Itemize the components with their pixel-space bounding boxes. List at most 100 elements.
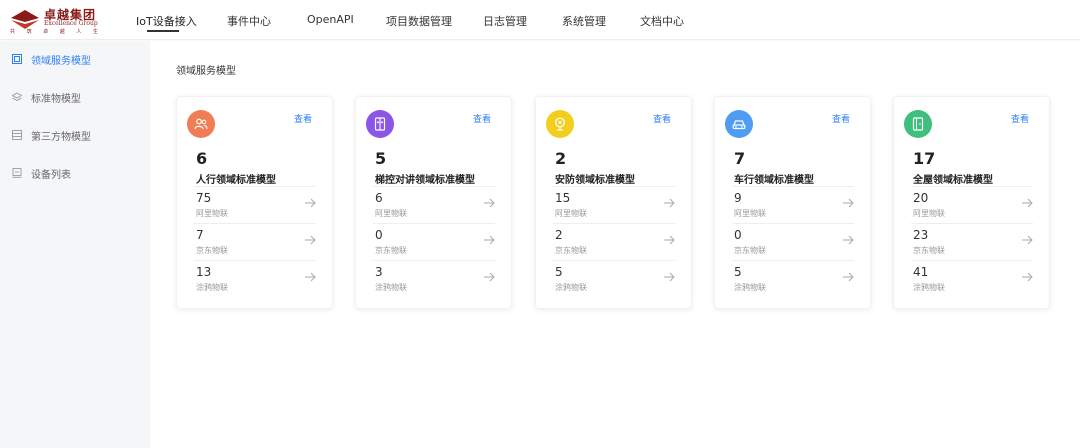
platform-name: 涂鸦物联	[375, 283, 407, 292]
arrow-right-icon	[843, 235, 854, 245]
model-name: 人行领域标准模型	[196, 175, 276, 186]
platform-name: 阿里物联	[913, 209, 945, 218]
platform-row[interactable]: 5 涂鸦物联	[553, 260, 675, 297]
sidebar: 领域服务模型 标准物模型 第三方物模型 设备列表	[0, 41, 150, 448]
nav-log-management[interactable]: 日志管理	[483, 13, 527, 29]
arrow-right-icon	[843, 198, 854, 208]
model-count: 17	[913, 149, 936, 168]
platform-name: 京东物联	[913, 246, 945, 255]
arrow-right-icon	[664, 235, 675, 245]
platform-count: 6	[375, 191, 383, 205]
platform-row[interactable]: 0 京东物联	[732, 223, 854, 260]
platform-row[interactable]: 7 京东物联	[194, 223, 316, 260]
platform-row[interactable]: 2 京东物联	[553, 223, 675, 260]
arrow-right-icon	[1022, 272, 1033, 282]
sidebar-item-domain-model[interactable]: 领域服务模型	[0, 41, 150, 77]
arrow-right-icon	[484, 235, 495, 245]
list-icon	[12, 130, 22, 140]
platform-count: 15	[555, 191, 571, 205]
model-name: 全屋领域标准模型	[913, 175, 993, 186]
arrow-right-icon	[664, 272, 675, 282]
domain-model-card: 查看 5 梯控对讲领域标准模型 6 阿里物联 0 京东物联 3 涂鸦物联	[355, 96, 512, 309]
brand-mark-icon	[11, 10, 39, 29]
view-link[interactable]: 查看	[473, 112, 491, 125]
nav-doc-center[interactable]: 文档中心	[640, 13, 684, 29]
platform-count: 13	[196, 265, 212, 279]
nav-active-indicator	[147, 30, 179, 32]
view-link[interactable]: 查看	[294, 112, 312, 125]
brand-logo[interactable]: 卓越集团 Excellence Group 共 筑 卓 越 人 生	[10, 5, 110, 35]
platform-row[interactable]: 6 阿里物联	[373, 186, 495, 223]
platform-row[interactable]: 75 阿里物联	[194, 186, 316, 223]
platform-name: 阿里物联	[734, 209, 766, 218]
model-name: 安防领域标准模型	[555, 175, 635, 186]
platform-row[interactable]: 20 阿里物联	[911, 186, 1033, 223]
arrow-right-icon	[664, 198, 675, 208]
top-navbar: 卓越集团 Excellence Group 共 筑 卓 越 人 生 IoT设备接…	[0, 0, 1080, 40]
camera-icon	[546, 110, 574, 138]
platform-name: 涂鸦物联	[913, 283, 945, 292]
platform-row[interactable]: 3 涂鸦物联	[373, 260, 495, 297]
platform-name: 阿里物联	[375, 209, 407, 218]
model-count: 6	[196, 149, 208, 168]
arrow-right-icon	[484, 198, 495, 208]
model-name: 梯控对讲领域标准模型	[375, 175, 475, 186]
nav-system-management[interactable]: 系统管理	[562, 13, 606, 29]
platform-count: 20	[913, 191, 929, 205]
brand-slogan: 共 筑 卓 越 人 生	[10, 29, 103, 35]
model-count: 7	[734, 149, 746, 168]
view-link[interactable]: 查看	[653, 112, 671, 125]
platform-name: 阿里物联	[555, 209, 587, 218]
sidebar-item-label: 设备列表	[31, 170, 71, 181]
nav-event-center[interactable]: 事件中心	[227, 13, 271, 29]
platform-count: 23	[913, 228, 929, 242]
nav-iot-access[interactable]: IoT设备接入	[136, 13, 197, 29]
nav-project-data[interactable]: 项目数据管理	[386, 13, 452, 29]
view-link[interactable]: 查看	[832, 112, 850, 125]
platform-row[interactable]: 0 京东物联	[373, 223, 495, 260]
view-link[interactable]: 查看	[1011, 112, 1029, 125]
platform-count: 0	[734, 228, 742, 242]
arrow-right-icon	[1022, 235, 1033, 245]
platform-count: 2	[555, 228, 563, 242]
person-icon	[187, 110, 215, 138]
nav-openapi[interactable]: OpenAPI	[307, 13, 354, 26]
platform-row[interactable]: 23 京东物联	[911, 223, 1033, 260]
sidebar-item-thirdparty-model[interactable]: 第三方物模型	[0, 117, 150, 153]
platform-name: 涂鸦物联	[555, 283, 587, 292]
arrow-right-icon	[305, 272, 316, 282]
car-icon	[725, 110, 753, 138]
page-title: 领域服务模型	[176, 66, 236, 77]
arrow-right-icon	[305, 235, 316, 245]
model-count: 2	[555, 149, 567, 168]
model-name: 车行领域标准模型	[734, 175, 814, 186]
brand-name-en: Excellence Group	[44, 20, 98, 27]
platform-name: 京东物联	[375, 246, 407, 255]
platform-count: 0	[375, 228, 383, 242]
platform-count: 75	[196, 191, 212, 205]
sidebar-item-standard-model[interactable]: 标准物模型	[0, 79, 150, 115]
arrow-right-icon	[484, 272, 495, 282]
platform-row[interactable]: 41 涂鸦物联	[911, 260, 1033, 297]
platform-count: 3	[375, 265, 383, 279]
domain-model-card: 查看 7 车行领域标准模型 9 阿里物联 0 京东物联 5 涂鸦物联	[714, 96, 871, 309]
platform-count: 5	[555, 265, 563, 279]
platform-count: 9	[734, 191, 742, 205]
device-icon	[12, 168, 22, 178]
platform-row[interactable]: 13 涂鸦物联	[194, 260, 316, 297]
model-count: 5	[375, 149, 387, 168]
sidebar-item-device-list[interactable]: 设备列表	[0, 155, 150, 191]
platform-name: 阿里物联	[196, 209, 228, 218]
platform-row[interactable]: 9 阿里物联	[732, 186, 854, 223]
arrow-right-icon	[1022, 198, 1033, 208]
domain-model-card: 查看 2 安防领域标准模型 15 阿里物联 2 京东物联 5 涂鸦物联	[535, 96, 692, 309]
platform-count: 5	[734, 265, 742, 279]
sidebar-item-label: 领域服务模型	[31, 56, 91, 67]
layers-icon	[12, 92, 22, 102]
platform-row[interactable]: 15 阿里物联	[553, 186, 675, 223]
main-content: 领域服务模型 查看 6 人行领域标准模型 75 阿里物联 7 京东物联 13 涂…	[150, 41, 1080, 448]
platform-count: 41	[913, 265, 929, 279]
platform-row[interactable]: 5 涂鸦物联	[732, 260, 854, 297]
domain-model-card: 查看 17 全屋领域标准模型 20 阿里物联 23 京东物联 41 涂鸦物联	[893, 96, 1050, 309]
elevator-icon	[366, 110, 394, 138]
